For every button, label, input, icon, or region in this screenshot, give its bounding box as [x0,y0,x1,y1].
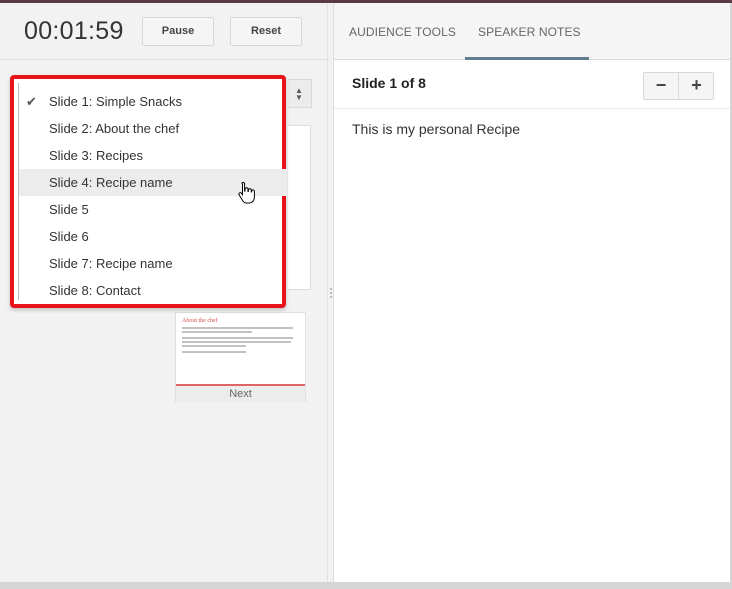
dropdown-option[interactable]: Slide 3: Recipes [19,142,287,169]
reset-button[interactable]: Reset [230,17,302,46]
select-arrows-icon: ▲ ▼ [295,86,303,102]
notes-header: Slide 1 of 8 − + [334,60,730,109]
next-label: Next [176,386,305,402]
font-size-controls: − + [643,72,714,100]
option-label: Slide 3: Recipes [49,148,143,163]
hand-cursor-icon [238,181,255,204]
text-line [182,327,294,329]
option-label: Slide 7: Recipe name [49,256,173,271]
next-slide-preview: About the chef [176,313,305,386]
dropdown-option[interactable]: ✔ Slide 1: Simple Snacks [19,88,287,115]
elapsed-timer: 00:01:59 [24,17,124,45]
grip-icon [330,288,332,298]
tab-speaker-notes[interactable]: SPEAKER NOTES [478,25,581,39]
option-label: Slide 6 [49,229,89,244]
tab-audience-tools[interactable]: AUDIENCE TOOLS [349,25,456,39]
dropdown-option[interactable]: Slide 2: About the chef [19,115,287,142]
presenter-panel: 00:01:59 Pause Reset ▲ ▼ About the chef N… [0,3,327,582]
text-line [182,341,291,343]
option-label: Slide 2: About the chef [49,121,180,136]
text-line [182,351,247,353]
option-label: Slide 1: Simple Snacks [49,94,182,109]
option-label: Slide 8: Contact [49,283,141,298]
slide-counter: Slide 1 of 8 [352,75,426,91]
option-label: Slide 5 [49,202,89,217]
increase-font-button[interactable]: + [679,73,714,99]
dropdown-option[interactable]: Slide 8: Contact [19,277,287,304]
presenter-view-window: 00:01:59 Pause Reset ▲ ▼ About the chef N… [0,3,730,582]
text-line [182,331,253,333]
next-slide-title: About the chef [182,318,218,324]
tab-bar: AUDIENCE TOOLS SPEAKER NOTES [334,3,730,60]
pause-button[interactable]: Pause [142,17,214,46]
text-line [182,337,294,339]
current-slide-preview [288,125,311,290]
notes-panel: AUDIENCE TOOLS SPEAKER NOTES Slide 1 of … [334,3,730,582]
next-slide-thumbnail[interactable]: About the chef Next [175,312,306,402]
option-label: Slide 4: Recipe name [49,175,173,190]
slide-select[interactable]: ▲ ▼ [288,79,312,108]
checkmark-icon: ✔ [26,94,37,109]
dropdown-option[interactable]: Slide 6 [19,223,287,250]
dropdown-option[interactable]: Slide 7: Recipe name [19,250,287,277]
timer-toolbar: 00:01:59 Pause Reset [0,3,327,60]
decrease-font-button[interactable]: − [644,73,679,99]
text-line [182,345,247,347]
speaker-notes-text[interactable]: This is my personal Recipe [352,121,520,137]
panel-resize-handle[interactable] [327,3,334,582]
